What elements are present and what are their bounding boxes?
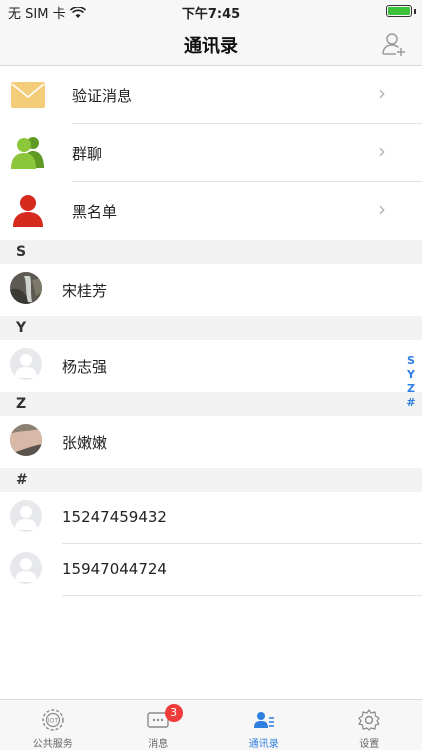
section-header-hash: # <box>0 468 422 492</box>
contacts-icon <box>253 712 274 728</box>
feature-label: 黑名单 <box>72 203 118 221</box>
contact-row[interactable]: 15947044724 <box>0 544 422 596</box>
chevron-right-icon: › <box>378 197 386 221</box>
iot-icon: IOT <box>42 709 64 731</box>
page-title: 通讯录 <box>184 36 238 57</box>
tab-bar: IOT 公共服务 3 消息 通讯录 设置 <box>0 699 422 750</box>
tab-label: 公共服务 <box>32 739 73 750</box>
divider <box>62 595 422 596</box>
tab-label: 消息 <box>148 739 169 750</box>
section-header-y: Y <box>0 316 422 340</box>
contact-row[interactable]: 杨志强 <box>0 340 422 392</box>
status-bar: 无 SIM 卡 下午7:45 <box>0 0 422 22</box>
feature-label: 群聊 <box>72 145 103 163</box>
tab-messages[interactable]: 3 消息 <box>106 700 212 750</box>
feature-row-blacklist[interactable]: 黑名单 › <box>0 182 422 240</box>
section-header-s: S <box>0 240 422 264</box>
contact-row[interactable]: 张嫩嫩 <box>0 416 422 468</box>
tab-label: 通讯录 <box>248 739 279 750</box>
tab-settings[interactable]: 设置 <box>317 700 422 750</box>
chevron-right-icon: › <box>378 139 386 163</box>
section-header-z: Z <box>0 392 422 416</box>
navigation-bar: 通讯录 <box>0 22 422 66</box>
settings-icon <box>358 709 380 731</box>
add-contact-icon[interactable] <box>380 30 408 58</box>
contact-name: 宋桂芳 <box>62 282 108 300</box>
battery-icon <box>386 5 412 17</box>
envelope-icon <box>11 82 45 108</box>
group-chat-icon <box>11 137 44 169</box>
blacklist-icon <box>13 195 43 227</box>
svg-text:IOT: IOT <box>48 718 58 725</box>
index-letter-z[interactable]: Z <box>407 382 415 396</box>
tab-label: 设置 <box>359 739 380 750</box>
tab-public-service[interactable]: IOT 公共服务 <box>0 700 106 750</box>
avatar <box>10 424 42 456</box>
contact-row[interactable]: 宋桂芳 <box>0 264 422 316</box>
avatar <box>10 272 42 304</box>
alphabet-index-bar[interactable]: S Y Z # <box>404 354 418 410</box>
contact-name: 张嫩嫩 <box>62 434 108 452</box>
contact-name: 15947044724 <box>62 560 167 578</box>
feature-row-verification[interactable]: 验证消息 › <box>0 66 422 124</box>
contact-name: 15247459432 <box>62 508 167 526</box>
feature-label: 验证消息 <box>72 87 133 105</box>
index-letter-y[interactable]: Y <box>407 368 415 382</box>
status-time: 下午7:45 <box>181 7 241 22</box>
chevron-right-icon: › <box>378 81 386 105</box>
tab-contacts[interactable]: 通讯录 <box>211 700 317 750</box>
default-avatar-icon <box>10 552 42 584</box>
contact-row[interactable]: 15247459432 <box>0 492 422 544</box>
unread-badge: 3 <box>164 704 183 722</box>
battery-tip <box>414 9 416 14</box>
index-letter-s[interactable]: S <box>407 354 415 368</box>
feature-row-group-chat[interactable]: 群聊 › <box>0 124 422 182</box>
default-avatar-icon <box>10 348 42 380</box>
index-letter-hash[interactable]: # <box>406 396 415 410</box>
default-avatar-icon <box>10 500 42 532</box>
contact-name: 杨志强 <box>62 358 108 376</box>
